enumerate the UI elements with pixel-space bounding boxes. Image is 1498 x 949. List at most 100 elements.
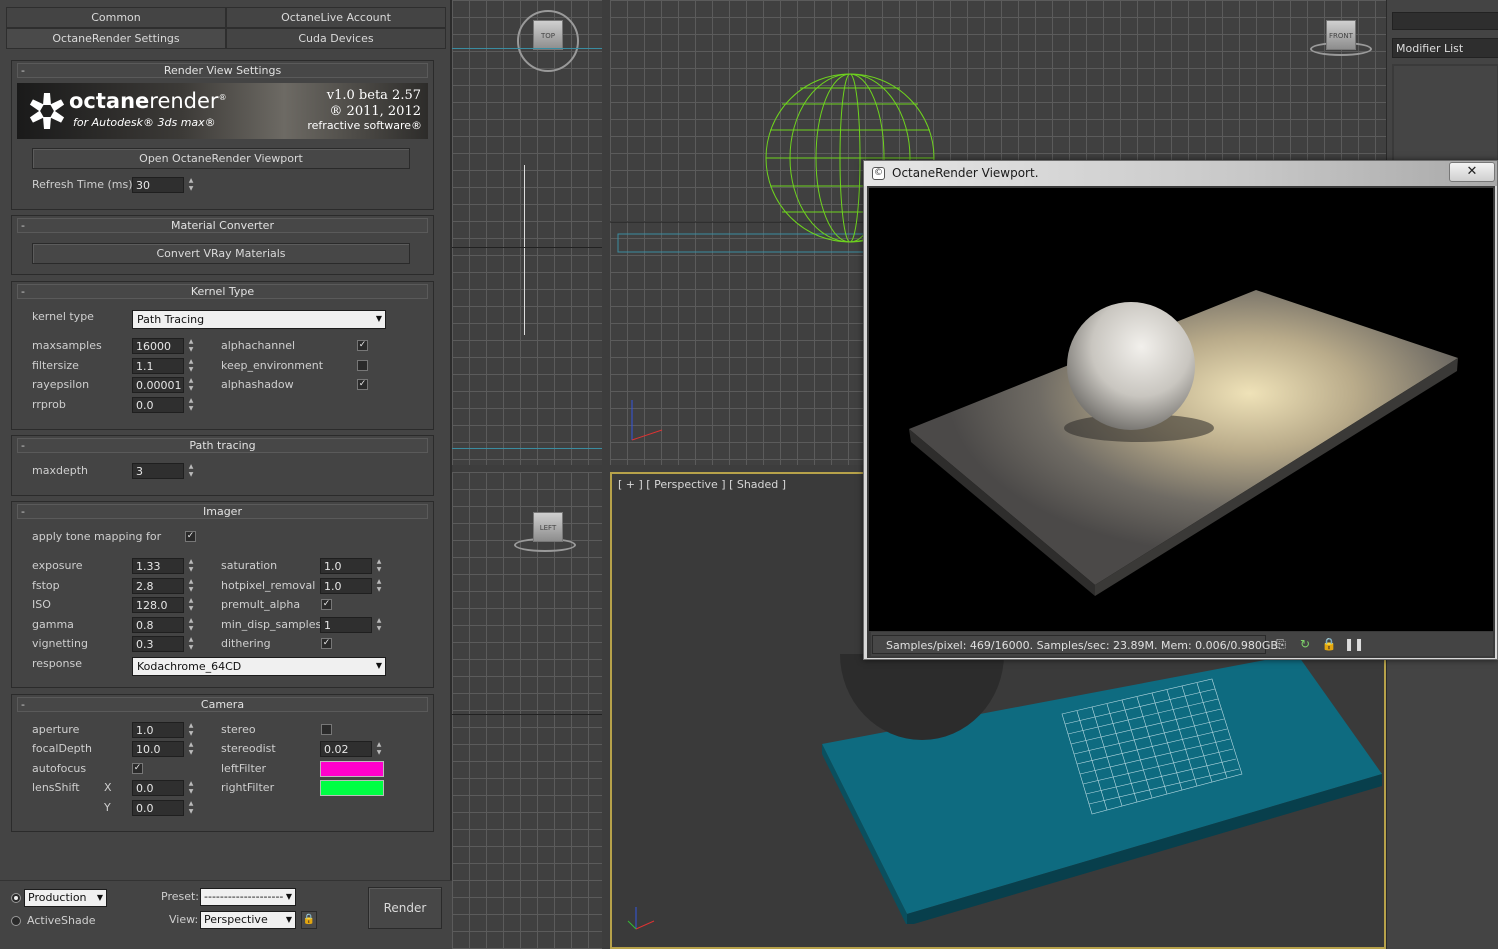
fstop-spinner[interactable]: 2.8 ▲ ▼ (132, 578, 196, 594)
view-dropdown[interactable]: Perspective ▼ (200, 911, 296, 929)
saturation-spinner[interactable]: 1.0 ▲ ▼ (320, 558, 384, 574)
viewport-label[interactable]: [ + ] [ Perspective ] [ Shaded ] (618, 478, 786, 491)
spinner-arrows-icon[interactable]: ▲ ▼ (374, 558, 384, 574)
hotpixel-removal-value[interactable]: 1.0 (320, 578, 372, 594)
lensshift-y-spinner[interactable]: 0.0 ▲ ▼ (132, 800, 196, 816)
spinner-arrows-icon[interactable]: ▲ ▼ (186, 358, 196, 374)
window-titlebar[interactable]: © OctaneRender Viewport. ✕ (864, 161, 1497, 186)
min-disp-samples-value[interactable]: 1 (320, 617, 372, 633)
modifier-list-dropdown[interactable]: Modifier List (1392, 38, 1498, 58)
iso-spinner[interactable]: 128.0 ▲ ▼ (132, 597, 196, 613)
convert-vray-materials-button[interactable]: Convert VRay Materials (32, 243, 410, 264)
dithering-checkbox[interactable]: ✓ (321, 638, 332, 649)
render-button[interactable]: Render (368, 887, 442, 929)
rightfilter-color-swatch[interactable] (320, 780, 384, 796)
spinner-arrows-icon[interactable]: ▲ ▼ (186, 578, 196, 594)
maxdepth-value[interactable]: 3 (132, 463, 184, 479)
spinner-arrows-icon[interactable]: ▲ ▼ (186, 800, 196, 816)
fstop-value[interactable]: 2.8 (132, 578, 184, 594)
spinner-arrows-icon[interactable]: ▲ ▼ (186, 780, 196, 796)
alphachannel-checkbox[interactable]: ✓ (357, 340, 368, 351)
spinner-arrows-icon[interactable]: ▲ ▼ (374, 741, 384, 757)
rollout-header[interactable]: - Imager (17, 504, 428, 519)
lock-icon[interactable]: 🔒 (1321, 636, 1337, 652)
alphashadow-checkbox[interactable]: ✓ (357, 379, 368, 390)
maxdepth-spinner[interactable]: 3 ▲ ▼ (132, 463, 196, 479)
spinner-arrows-icon[interactable]: ▲ ▼ (186, 722, 196, 738)
exposure-value[interactable]: 1.33 (132, 558, 184, 574)
rollout-header[interactable]: - Render View Settings (17, 63, 428, 78)
stereodist-value[interactable]: 0.02 (320, 741, 372, 757)
spinner-arrows-icon[interactable]: ▲ ▼ (186, 636, 196, 652)
exposure-spinner[interactable]: 1.33 ▲ ▼ (132, 558, 196, 574)
focaldepth-spinner[interactable]: 10.0 ▲ ▼ (132, 741, 196, 757)
rayepsilon-value[interactable]: 0.00001 (132, 377, 184, 393)
modifier-stack[interactable] (1392, 64, 1498, 164)
spinner-arrows-icon[interactable]: ▲ ▼ (186, 338, 196, 354)
stereodist-spinner[interactable]: 0.02 ▲ ▼ (320, 741, 384, 757)
tone-mapping-checkbox[interactable]: ✓ (185, 531, 196, 542)
restart-icon[interactable]: ↻ (1297, 636, 1313, 652)
aperture-spinner[interactable]: 1.0 ▲ ▼ (132, 722, 196, 738)
pause-icon[interactable]: ❚❚ (1344, 636, 1364, 652)
spinner-arrows-icon[interactable]: ▲ ▼ (186, 617, 196, 633)
viewport-top[interactable]: TOP (452, 0, 602, 465)
filtersize-value[interactable]: 1.1 (132, 358, 184, 374)
spinner-arrows-icon[interactable]: ▲ ▼ (186, 397, 196, 413)
tab-octanerender-settings[interactable]: OctaneRender Settings (6, 28, 226, 49)
render-image[interactable] (869, 188, 1493, 631)
close-button[interactable]: ✕ (1449, 162, 1495, 182)
maxsamples-spinner[interactable]: 16000 ▲ ▼ (132, 338, 196, 354)
viewcube-left[interactable]: LEFT (533, 512, 563, 542)
refresh-time-spinner[interactable]: 30 ▲ ▼ (132, 177, 196, 193)
rayepsilon-spinner[interactable]: 0.00001 ▲ ▼ (132, 377, 196, 393)
vignetting-value[interactable]: 0.3 (132, 636, 184, 652)
open-octane-viewport-button[interactable]: Open OctaneRender Viewport (32, 148, 410, 169)
rollout-header[interactable]: - Kernel Type (17, 284, 428, 299)
activeshade-radio[interactable] (11, 916, 21, 926)
refresh-time-value[interactable]: 30 (132, 177, 184, 193)
tab-cuda-devices[interactable]: Cuda Devices (226, 28, 446, 49)
autofocus-checkbox[interactable]: ✓ (132, 763, 143, 774)
min-disp-samples-spinner[interactable]: 1 ▲ ▼ (320, 617, 384, 633)
object-name-field[interactable] (1392, 12, 1498, 30)
spinner-arrows-icon[interactable]: ▲ ▼ (186, 463, 196, 479)
spinner-arrows-icon[interactable]: ▲ ▼ (186, 377, 196, 393)
rrprob-value[interactable]: 0.0 (132, 397, 184, 413)
spinner-arrows-icon[interactable]: ▲ ▼ (186, 597, 196, 613)
production-dropdown[interactable]: Production ▼ (24, 889, 107, 907)
rrprob-spinner[interactable]: 0.0 ▲ ▼ (132, 397, 196, 413)
production-radio[interactable] (11, 893, 21, 903)
saturation-value[interactable]: 1.0 (320, 558, 372, 574)
stereo-checkbox[interactable] (321, 724, 332, 735)
viewcube-front[interactable]: FRONT (1326, 20, 1356, 50)
premult-alpha-checkbox[interactable]: ✓ (321, 599, 332, 610)
spinner-arrows-icon[interactable]: ▲ ▼ (186, 558, 196, 574)
viewport-left[interactable]: LEFT (452, 472, 602, 949)
spinner-arrows-icon[interactable]: ▲ ▼ (374, 578, 384, 594)
lensshift-y-value[interactable]: 0.0 (132, 800, 184, 816)
lensshift-x-value[interactable]: 0.0 (132, 780, 184, 796)
gamma-value[interactable]: 0.8 (132, 617, 184, 633)
leftfilter-color-swatch[interactable] (320, 761, 384, 777)
hotpixel-removal-spinner[interactable]: 1.0 ▲ ▼ (320, 578, 384, 594)
preset-dropdown[interactable]: -------------------- ▼ (200, 888, 296, 906)
lensshift-x-spinner[interactable]: 0.0 ▲ ▼ (132, 780, 196, 796)
spinner-arrows-icon[interactable]: ▲ ▼ (186, 177, 196, 193)
tab-octanelive-account[interactable]: OctaneLive Account (226, 7, 446, 28)
gamma-spinner[interactable]: 0.8 ▲ ▼ (132, 617, 196, 633)
lock-view-icon[interactable]: 🔒 (301, 911, 317, 929)
focaldepth-value[interactable]: 10.0 (132, 741, 184, 757)
kernel-type-dropdown[interactable]: Path Tracing ▼ (132, 310, 386, 329)
rollout-header[interactable]: - Camera (17, 697, 428, 712)
response-dropdown[interactable]: Kodachrome_64CD ▼ (132, 657, 386, 676)
spinner-arrows-icon[interactable]: ▲ ▼ (186, 741, 196, 757)
iso-value[interactable]: 128.0 (132, 597, 184, 613)
spinner-arrows-icon[interactable]: ▲ ▼ (374, 617, 384, 633)
rollout-header[interactable]: - Path tracing (17, 438, 428, 453)
maxsamples-value[interactable]: 16000 (132, 338, 184, 354)
keep-environment-checkbox[interactable] (357, 360, 368, 371)
aperture-value[interactable]: 1.0 (132, 722, 184, 738)
viewcube-top[interactable]: TOP (533, 20, 563, 50)
filtersize-spinner[interactable]: 1.1 ▲ ▼ (132, 358, 196, 374)
